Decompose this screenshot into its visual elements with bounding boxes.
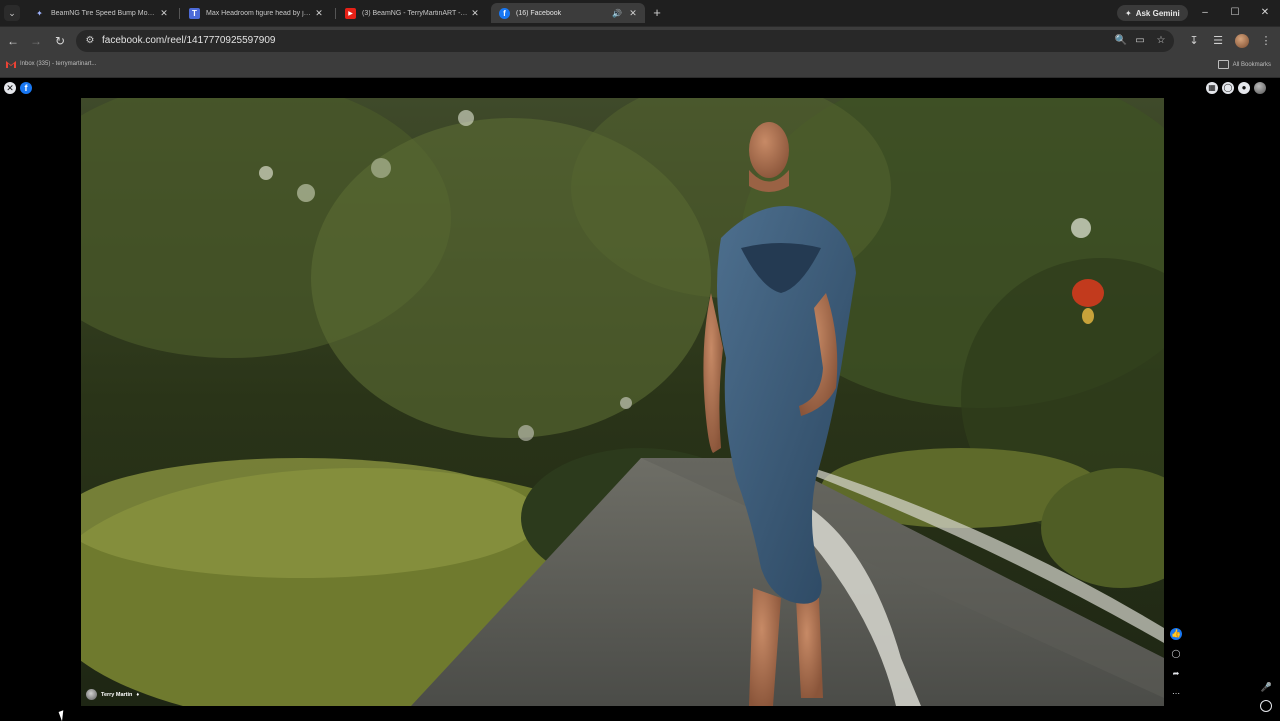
facebook-icon: f bbox=[499, 7, 510, 19]
gemini-icon: ✦ bbox=[36, 8, 43, 18]
bookmark-star-icon[interactable]: ☆ bbox=[1154, 35, 1168, 47]
close-tab-icon[interactable]: ✕ bbox=[313, 8, 325, 19]
cast-icon[interactable]: ▭ bbox=[1133, 35, 1147, 47]
close-reel-icon[interactable]: ✕ bbox=[4, 82, 16, 94]
comment-icon[interactable]: ◯ bbox=[1170, 648, 1182, 660]
author-avatar[interactable] bbox=[86, 689, 97, 700]
close-tab-icon[interactable]: ✕ bbox=[627, 8, 639, 19]
maximize-button[interactable]: ☐ bbox=[1224, 5, 1246, 21]
close-tab-icon[interactable]: ✕ bbox=[469, 8, 481, 19]
address-bar[interactable]: ⚙ facebook.com/reel/1417770925597909 🔍 ▭… bbox=[76, 30, 1174, 52]
download-icon[interactable]: ↧ bbox=[1186, 33, 1202, 49]
header-actions: ▦ ◯ ● bbox=[1206, 82, 1266, 94]
zoom-icon[interactable]: 🔍 bbox=[1114, 35, 1128, 47]
account-avatar[interactable] bbox=[1254, 82, 1266, 94]
author-badge: ♦ bbox=[136, 691, 140, 698]
bookmark-label: Inbox (335) - terrymartinart... bbox=[20, 61, 97, 67]
notifications-icon[interactable]: ● bbox=[1238, 82, 1250, 94]
video-frame bbox=[81, 98, 1164, 706]
ask-gemini-button[interactable]: ✦ Ask Gemini bbox=[1117, 5, 1188, 21]
menu-grid-icon[interactable]: ▦ bbox=[1206, 82, 1218, 94]
bookmark-gmail-inbox[interactable]: Inbox (335) - terrymartinart... bbox=[6, 60, 96, 68]
media-control-icon[interactable]: ☰ bbox=[1210, 33, 1226, 49]
close-window-button[interactable]: ✕ bbox=[1254, 5, 1276, 21]
tab-title: (16) Facebook bbox=[516, 9, 562, 17]
facebook-logo-icon[interactable]: f bbox=[20, 82, 32, 94]
gemini-icon: ✦ bbox=[1125, 8, 1132, 18]
toolbar: ← → ↻ ⚙ facebook.com/reel/14177709255979… bbox=[0, 27, 1280, 55]
mouse-cursor bbox=[58, 708, 72, 721]
youtube-icon: ▶ bbox=[345, 7, 356, 19]
tab-search-icon[interactable]: ⌄ bbox=[4, 5, 20, 21]
menu-kebab-icon[interactable]: ⋮ bbox=[1258, 33, 1274, 49]
tab-youtube[interactable]: ▶ (3) BeamNG - TerryMartinART - YouTube … bbox=[337, 3, 487, 23]
url-text[interactable]: facebook.com/reel/1417770925597909 bbox=[102, 35, 275, 47]
tab-separator bbox=[179, 8, 180, 19]
reel-actions: 👍 ◯ ➦ ⋯ bbox=[1170, 628, 1182, 708]
site-info-icon[interactable]: ⚙ bbox=[84, 35, 96, 47]
all-bookmarks-button[interactable]: All Bookmarks bbox=[1217, 60, 1271, 69]
share-icon[interactable]: ➦ bbox=[1170, 668, 1182, 680]
settings-icon[interactable] bbox=[1260, 700, 1272, 712]
tab-separator bbox=[335, 8, 336, 19]
reel-author[interactable]: Terry Martin ♦ bbox=[86, 689, 139, 700]
new-tab-button[interactable]: + bbox=[650, 5, 664, 21]
facebook-reel-page: ✕ f ▦ ◯ ● Terry Martin ♦ 👍 ◯ ➦ ⋯ 🎤 bbox=[0, 78, 1280, 721]
tab-facebook[interactable]: f (16) Facebook 🔊 ✕ bbox=[491, 3, 645, 23]
folder-icon bbox=[1217, 60, 1229, 69]
microphone-icon[interactable]: 🎤 bbox=[1261, 682, 1272, 693]
tab-max-headroom[interactable]: T Max Headroom figure head by jdd3007 ✕ bbox=[181, 3, 331, 23]
more-options-icon[interactable]: ⋯ bbox=[1170, 688, 1182, 700]
close-tab-icon[interactable]: ✕ bbox=[158, 8, 170, 19]
gmail-icon bbox=[6, 61, 16, 68]
tab-strip: ⌄ ✦ BeamNG Tire Speed Bump Mod - Google … bbox=[0, 0, 1280, 27]
profile-avatar[interactable] bbox=[1235, 34, 1249, 48]
messenger-icon[interactable]: ◯ bbox=[1222, 82, 1234, 94]
ask-gemini-label: Ask Gemini bbox=[1135, 8, 1180, 18]
forward-button[interactable]: → bbox=[28, 33, 44, 49]
author-name[interactable]: Terry Martin bbox=[101, 692, 132, 698]
speaker-icon[interactable]: 🔊 bbox=[611, 9, 623, 18]
tab-title: (3) BeamNG - TerryMartinART - YouTube bbox=[362, 9, 469, 17]
back-button[interactable]: ← bbox=[5, 33, 21, 49]
tab-title: BeamNG Tire Speed Bump Mod - Google bbox=[51, 9, 158, 17]
all-bookmarks-label: All Bookmarks bbox=[1232, 61, 1271, 68]
bookmarks-bar: Inbox (335) - terrymartinart... All Book… bbox=[0, 55, 1280, 78]
thingiverse-icon: T bbox=[189, 7, 200, 19]
tab-title: Max Headroom figure head by jdd3007 bbox=[206, 9, 313, 17]
tab-beamng-google[interactable]: ✦ BeamNG Tire Speed Bump Mod - Google ✕ bbox=[26, 3, 176, 23]
minimize-button[interactable]: – bbox=[1194, 5, 1216, 21]
like-icon[interactable]: 👍 bbox=[1170, 628, 1182, 640]
reel-video[interactable]: Terry Martin ♦ bbox=[81, 98, 1164, 706]
reload-button[interactable]: ↻ bbox=[52, 33, 68, 49]
